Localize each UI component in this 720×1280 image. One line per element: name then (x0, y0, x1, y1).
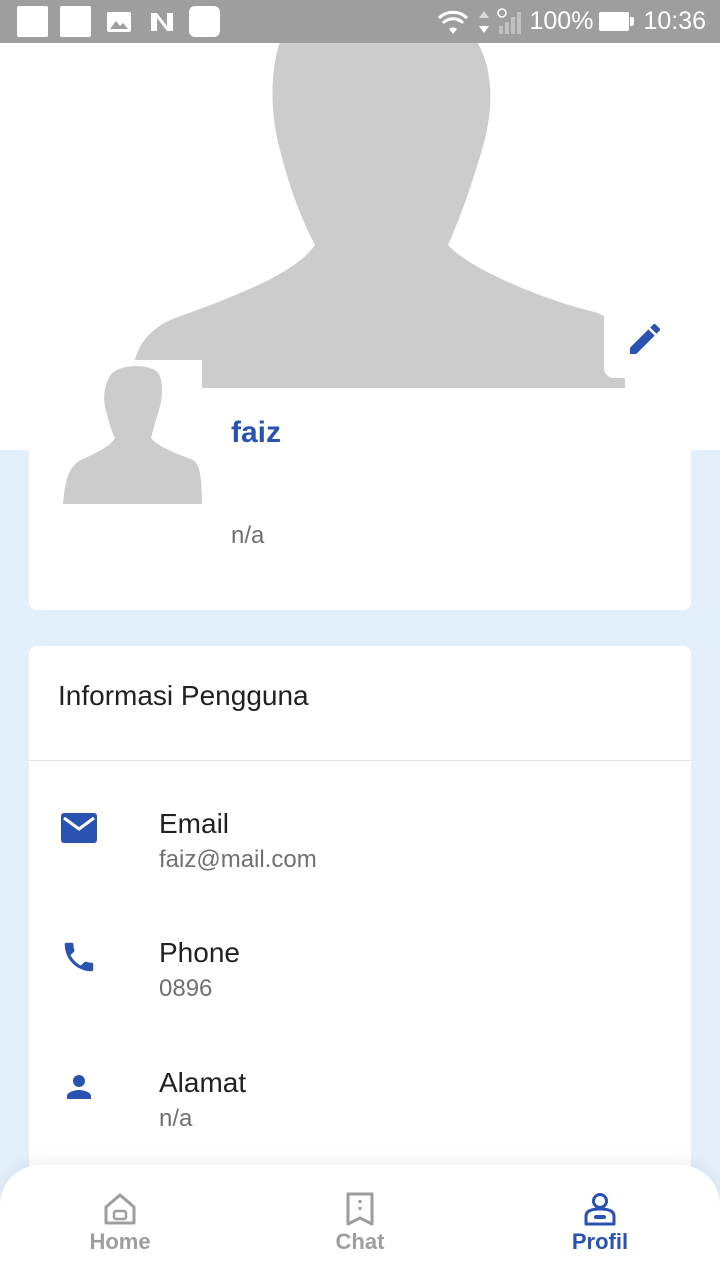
user-name: faiz (231, 416, 282, 449)
info-label: Alamat (159, 1067, 247, 1098)
avatar-placeholder-icon (63, 366, 202, 504)
user-info-card: Informasi Pengguna Email faiz@mail.com P… (29, 646, 691, 1206)
info-row-address[interactable]: Alamat n/a (29, 1067, 691, 1177)
phone-icon (59, 937, 99, 977)
home-icon (104, 1193, 136, 1225)
battery-percent: 100% (529, 7, 594, 35)
info-value: 0896 (159, 975, 213, 1002)
info-label: Phone (159, 937, 240, 968)
nav-home[interactable]: Home (40, 1191, 200, 1255)
status-bar: 100% 10:36 (0, 0, 720, 43)
nav-label: Profil (571, 1229, 629, 1254)
info-label: Email (159, 808, 230, 839)
person-icon (59, 1067, 99, 1107)
info-row-email[interactable]: Email faiz@mail.com (29, 808, 691, 918)
notification-icon (17, 6, 48, 37)
divider (29, 760, 691, 761)
chat-icon (346, 1192, 374, 1226)
clock: 10:36 (643, 7, 706, 35)
data-arrows-icon (479, 10, 490, 33)
image-notification-icon (103, 6, 134, 37)
n-notification-icon (146, 6, 177, 37)
edit-profile-button[interactable] (604, 300, 686, 378)
battery-icon (599, 12, 635, 31)
app-notification-icon (189, 6, 220, 37)
bottom-navigation: Home Chat Profil (0, 1165, 720, 1280)
nav-label: Chat (335, 1229, 385, 1254)
nav-profil[interactable]: Profil (520, 1191, 680, 1255)
edit-pencil-icon (630, 323, 661, 354)
info-section-title: Informasi Pengguna (58, 680, 309, 711)
info-row-phone[interactable]: Phone 0896 (29, 937, 691, 1047)
avatar[interactable] (63, 360, 202, 504)
wifi-icon (438, 10, 469, 34)
info-value: n/a (159, 1105, 193, 1132)
nav-chat[interactable]: Chat (280, 1191, 440, 1255)
signal-icon (497, 7, 522, 34)
notification-icon (60, 6, 91, 37)
profile-icon (584, 1193, 616, 1226)
cover-photo-placeholder (130, 8, 625, 388)
info-value: faiz@mail.com (159, 846, 317, 873)
email-icon (59, 808, 99, 848)
user-subtitle: n/a (231, 522, 265, 549)
nav-label: Home (89, 1229, 151, 1254)
